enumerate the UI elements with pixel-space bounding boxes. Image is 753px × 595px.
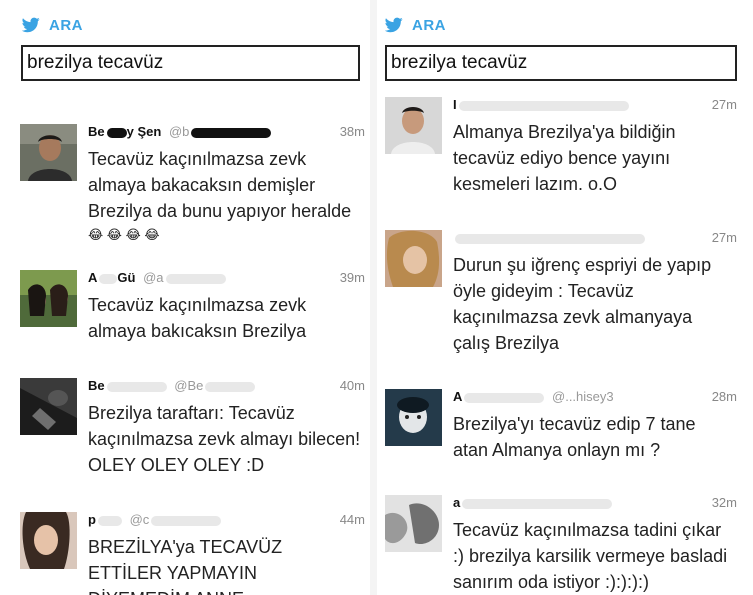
tweet-author[interactable]: I <box>453 97 457 112</box>
twitter-bird-icon <box>22 17 40 33</box>
tweet-author[interactable]: p <box>88 512 96 527</box>
redaction <box>455 233 645 244</box>
tweet-author-tail: y Şen <box>126 124 162 139</box>
redaction <box>464 392 545 403</box>
tweet-text: Durun şu iğrenç espriyi de yapıp öyle gi… <box>453 255 712 353</box>
tweet-meta: 27m <box>453 230 737 250</box>
search-query: brezilya tecavüz <box>391 52 528 73</box>
tweet-text: Tecavüz kaçınılmazsa tadini çıkar :) bre… <box>453 520 728 592</box>
tweet-time: 44m <box>339 512 365 527</box>
app-header: ARA <box>22 12 83 38</box>
tweet-time: 38m <box>339 124 365 139</box>
tweet-text: Almanya Brezilya'ya bildiğin tecavüz edi… <box>453 122 676 194</box>
redaction <box>165 273 226 284</box>
tweet-author[interactable]: A <box>88 270 97 285</box>
tweet-handle[interactable]: @...hisey3 <box>552 389 614 404</box>
avatar[interactable] <box>20 270 77 327</box>
tweet-handle[interactable]: @Be <box>174 378 203 393</box>
tweet-text: Tecavüz kaçınılmazsa zevk almaya bakacak… <box>88 146 361 244</box>
redaction <box>106 381 167 392</box>
tweet-meta: a 32m <box>453 495 737 515</box>
tweet-meta: I 27m <box>453 97 737 117</box>
redaction <box>191 127 272 138</box>
avatar[interactable] <box>20 124 77 181</box>
tweet-item[interactable]: 27m Durun şu iğrenç espriyi de yapıp öyl… <box>385 230 737 360</box>
tweet-author-tail: Gü <box>117 270 136 285</box>
left-panel: ARA brezilya tecavüz Be y Şen @b 38m Teca… <box>0 0 370 595</box>
redaction <box>99 273 118 284</box>
avatar[interactable] <box>385 389 442 446</box>
tweet-time: 32m <box>711 495 737 510</box>
avatar[interactable] <box>385 495 442 552</box>
tweet-meta: p @c 44m <box>88 512 365 532</box>
tweet-author[interactable]: Be <box>88 378 105 393</box>
redaction <box>205 381 256 392</box>
avatar[interactable] <box>385 97 442 154</box>
redaction <box>97 515 122 526</box>
avatar[interactable] <box>20 512 77 569</box>
tweet-text: Tecavüz kaçınılmazsa zevk almaya bakıcak… <box>88 295 307 341</box>
tweet-meta: Be y Şen @b 38m <box>88 124 365 144</box>
tweet-item[interactable]: p @c 44m BREZİLYA'ya TECAVÜZ ETTİLER YAP… <box>20 512 365 595</box>
twitter-bird-icon <box>385 17 403 33</box>
tweet-meta: A Gü @a 39m <box>88 270 365 290</box>
tweet-handle[interactable]: @c <box>130 512 150 527</box>
tweet-time: 28m <box>711 389 737 404</box>
tweet-item[interactable]: I 27m Almanya Brezilya'ya bildiğin tecav… <box>385 97 737 197</box>
tweet-text: BREZİLYA'ya TECAVÜZ ETTİLER YAPMAYIN DİY… <box>88 537 283 595</box>
search-input[interactable]: brezilya tecavüz <box>21 45 360 81</box>
app-header: ARA <box>385 12 446 38</box>
page-title: ARA <box>49 16 83 34</box>
tweet-time: 27m <box>711 97 737 112</box>
panel-divider <box>370 0 377 595</box>
tweet-handle[interactable]: @a <box>143 270 163 285</box>
page-title: ARA <box>412 16 446 34</box>
tweet-time: 39m <box>339 270 365 285</box>
tweet-author[interactable]: Be <box>88 124 105 139</box>
search-query: brezilya tecavüz <box>27 52 164 73</box>
redaction <box>151 515 222 526</box>
redaction <box>462 498 613 509</box>
tweet-item[interactable]: Be @Be 40m Brezilya taraftarı: Tecavüz k… <box>20 378 365 478</box>
tweet-body: Tecavüz kaçınılmazsa zevk almaya bakacak… <box>88 149 352 221</box>
redaction <box>106 127 127 138</box>
tweet-author[interactable]: A <box>453 389 462 404</box>
tweet-item[interactable]: A @...hisey3 28m Brezilya'yı tecavüz edi… <box>385 389 737 469</box>
right-panel: ARA brezilya tecavüz I 27m Almanya Brezi… <box>377 0 747 595</box>
tweet-text: Brezilya taraftarı: Tecavüz kaçınılmazsa… <box>88 403 361 475</box>
search-input[interactable]: brezilya tecavüz <box>385 45 737 81</box>
redaction <box>458 100 629 111</box>
tweet-author[interactable]: a <box>453 495 460 510</box>
tweet-text: Brezilya'yı tecavüz edip 7 tane atan Alm… <box>453 414 696 460</box>
tweet-item[interactable]: Be y Şen @b 38m Tecavüz kaçınılmazsa zevk… <box>20 124 365 244</box>
tweet-handle[interactable]: @b <box>169 124 189 139</box>
tweet-meta: Be @Be 40m <box>88 378 365 398</box>
tweet-time: 27m <box>711 230 737 245</box>
tweet-item[interactable]: A Gü @a 39m Tecavüz kaçınılmazsa zevk alm… <box>20 270 365 350</box>
avatar[interactable] <box>385 230 442 287</box>
tweet-item[interactable]: a 32m Tecavüz kaçınılmazsa tadini çıkar … <box>385 495 737 595</box>
tweet-meta: A @...hisey3 28m <box>453 389 737 409</box>
tweet-time: 40m <box>339 378 365 393</box>
tweet-emoji: 😂 😂 😂 😂 <box>88 227 160 242</box>
avatar[interactable] <box>20 378 77 435</box>
